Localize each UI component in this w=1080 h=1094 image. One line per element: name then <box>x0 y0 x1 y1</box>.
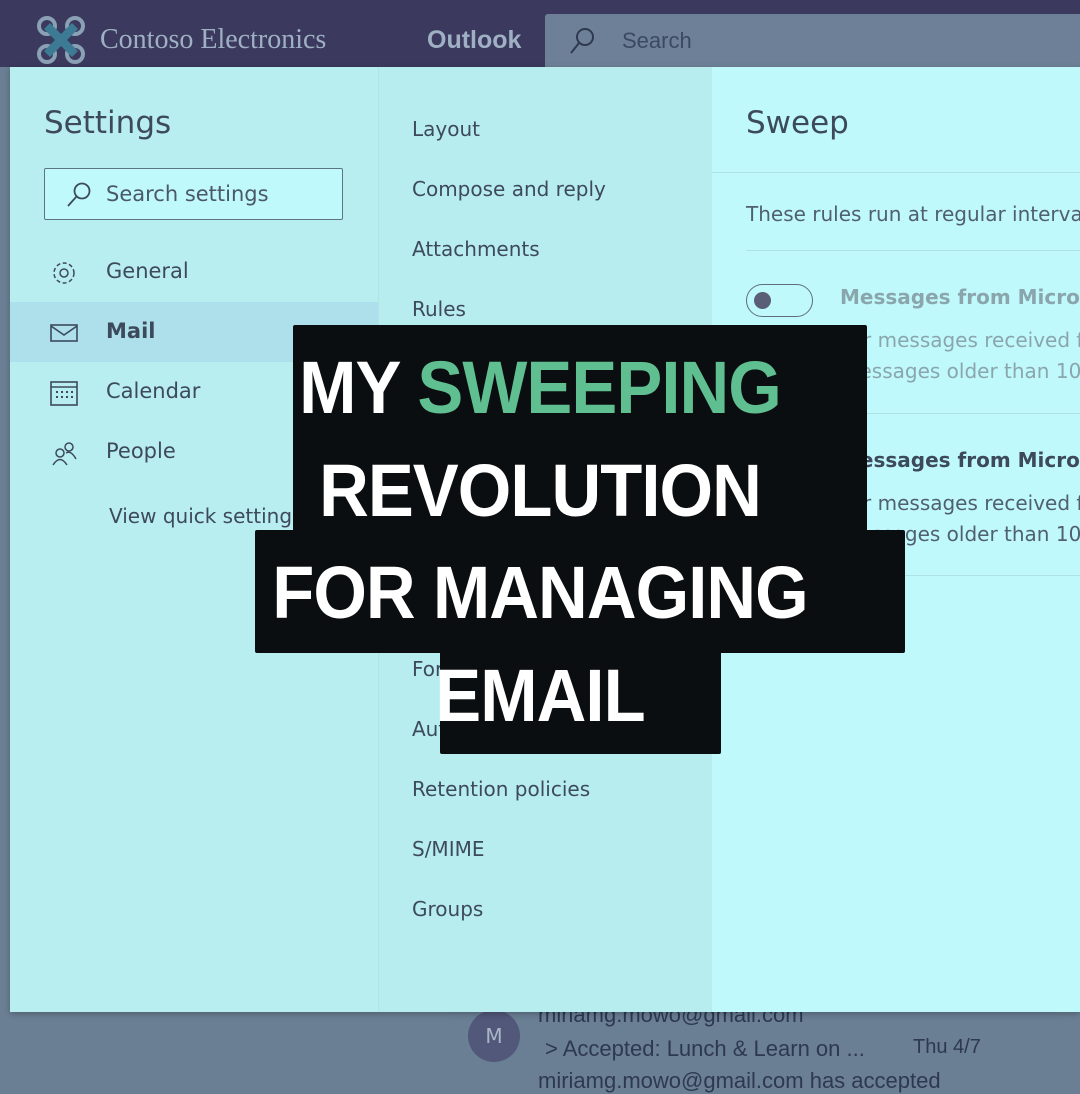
headline-line-4: EMAIL <box>435 654 645 737</box>
toggle-knob <box>754 292 771 309</box>
mail-menu-item[interactable]: Layout <box>412 117 480 141</box>
message-date: Thu 4/7 <box>913 1036 981 1058</box>
search-icon <box>570 28 594 54</box>
headline-line-3: FOR MANAGING <box>272 551 808 634</box>
sweep-title: Sweep <box>746 105 849 141</box>
divider <box>712 172 1080 173</box>
settings-title: Settings <box>44 105 172 141</box>
headline-text: MY <box>299 346 418 429</box>
mail-menu-item[interactable]: Attachments <box>412 237 540 261</box>
message-subject: > Accepted: Lunch & Learn on ... <box>545 1036 865 1061</box>
divider <box>746 250 1080 251</box>
headline-accent-text: SWEEPING <box>417 346 781 429</box>
top-bar: Contoso Electronics Outlook Search <box>0 0 1080 67</box>
mail-menu-item[interactable]: Groups <box>412 897 483 921</box>
rule-title: Messages from Microso <box>840 285 1080 309</box>
headline-line-2: REVOLUTION <box>319 449 762 532</box>
rule-toggle[interactable] <box>746 284 813 317</box>
search-icon <box>67 182 91 207</box>
mail-menu-item[interactable]: Compose and reply <box>412 177 606 201</box>
nav-label: General <box>106 259 189 283</box>
search-settings-placeholder: Search settings <box>106 182 269 206</box>
mail-menu-item[interactable]: S/MIME <box>412 837 484 861</box>
search-settings-input[interactable]: Search settings <box>44 168 343 220</box>
drone-logo-icon <box>37 16 85 64</box>
mail-menu-item[interactable]: Retention policies <box>412 777 590 801</box>
avatar: M <box>468 1010 520 1062</box>
message-preview: miriamg.mowo@gmail.com has accepted <box>538 1068 941 1093</box>
gear-icon <box>53 262 75 284</box>
sweep-description: These rules run at regular interva <box>746 202 1080 226</box>
app-name[interactable]: Outlook <box>427 26 521 55</box>
global-search[interactable]: Search <box>545 14 1080 67</box>
headline-line-1: MY SWEEPING <box>38 345 1042 430</box>
mail-icon <box>50 324 78 342</box>
mail-menu-item[interactable]: Rules <box>412 297 466 321</box>
search-placeholder: Search <box>622 28 692 53</box>
nav-item-general[interactable]: General <box>10 242 378 302</box>
nav-label: Mail <box>106 319 156 343</box>
brand-name: Contoso Electronics <box>100 24 327 55</box>
